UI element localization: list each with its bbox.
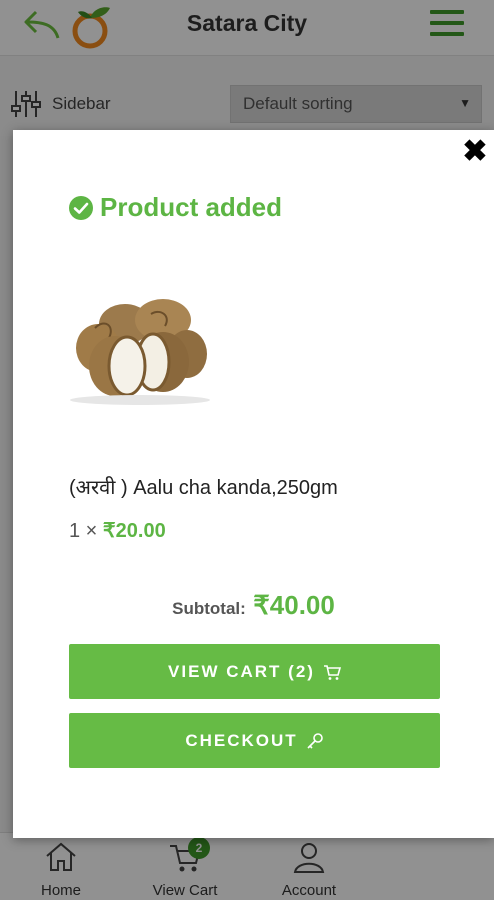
subtotal-label: Subtotal:	[172, 599, 246, 618]
product-quantity-price: 1 × ₹20.00	[69, 518, 166, 543]
subtotal-value: ₹40.00	[253, 590, 335, 620]
checkout-label: CHECKOUT	[185, 730, 298, 750]
checkout-button[interactable]: CHECKOUT	[69, 713, 440, 768]
cart-icon	[323, 664, 341, 680]
status-header: Product added	[69, 192, 282, 223]
product-added-dialog: ✖ Product added (अरवी ) Aalu cha kanda,2…	[13, 130, 494, 838]
close-button[interactable]: ✖	[461, 135, 489, 168]
view-cart-label: VIEW CART (2)	[168, 661, 315, 681]
close-icon: ✖	[462, 135, 488, 168]
subtotal-row: Subtotal: ₹40.00	[13, 590, 494, 621]
product-image	[65, 298, 215, 408]
taro-root-image-icon	[70, 299, 210, 405]
quantity-prefix: 1 ×	[69, 520, 98, 542]
unit-price: ₹20.00	[102, 520, 166, 542]
status-title: Product added	[100, 192, 283, 222]
view-cart-button[interactable]: VIEW CART (2)	[69, 644, 440, 699]
product-name[interactable]: (अरवी ) Aalu cha kanda,250gm	[69, 473, 338, 500]
check-circle-icon	[69, 195, 93, 220]
key-icon	[307, 732, 323, 749]
